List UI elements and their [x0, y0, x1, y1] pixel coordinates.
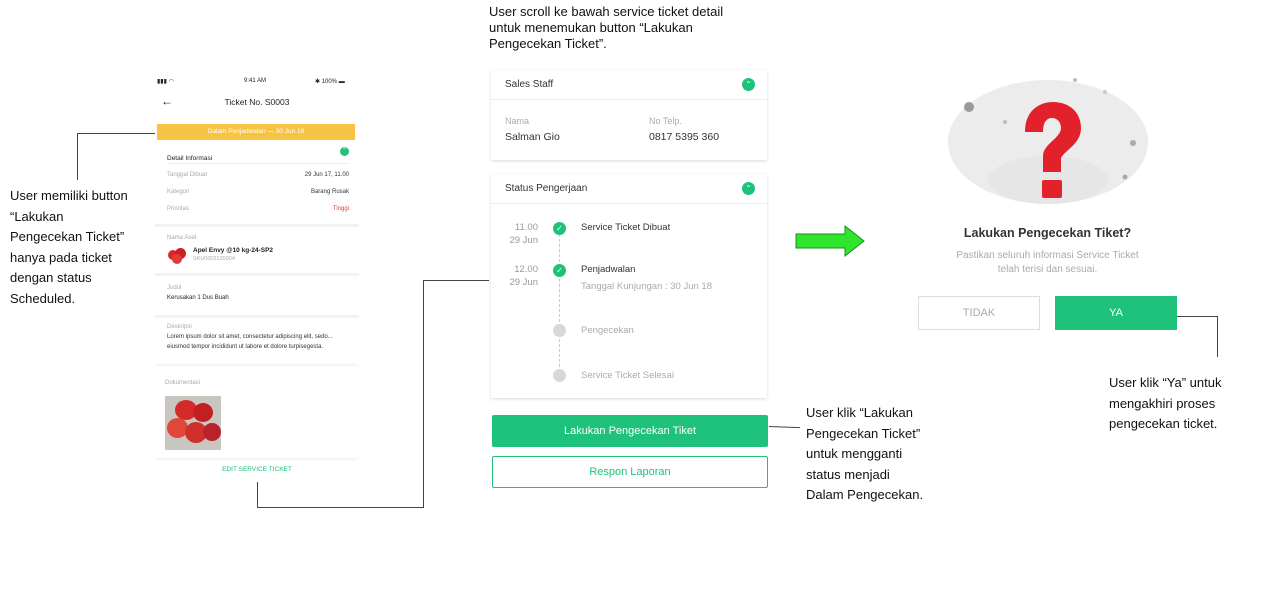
page-title: Ticket No. S0003 [224, 97, 290, 107]
signal-icon: ▮▮▮ ◠ [157, 79, 174, 85]
timeline-time: 12.00 [514, 264, 538, 275]
check-icon: ✓ [553, 222, 566, 235]
detail-header-label: Detail Informasi [167, 155, 213, 162]
confirm-dialog: Lakukan Pengecekan Tiket? Pastikan selur… [900, 60, 1195, 350]
telp-label: No Telp. [649, 116, 682, 126]
phone-screen-ticket-detail: ▮▮▮ ◠ 9:41 AM ✱ 100% ▬ ← Ticket No. S000… [155, 74, 359, 482]
desc-label: Deskripsi [167, 324, 192, 330]
status-pengerjaan-card: Status Pengerjaan ⌃ 11.00 29 Jun ✓ Servi… [491, 174, 767, 398]
row-label: Kategori [167, 189, 190, 195]
status-time: 9:41 AM [244, 78, 267, 84]
question-mark-icon [948, 78, 1148, 204]
row-value: 29 Jun 17, 11.00 [304, 172, 349, 178]
check-icon: ✓ [553, 264, 566, 277]
status-banner: Dalam Penjadwalan — 30 Jun 18 [157, 124, 355, 140]
sales-staff-card: Sales Staff ⌃ Nama Salman Gio No Telp. 0… [491, 70, 767, 160]
connector-edit-v2 [423, 280, 424, 508]
detail-row-category: Kategori Barang Rusak [167, 189, 349, 199]
timeline-time: 11.00 [514, 222, 538, 233]
doc-photo[interactable] [165, 396, 221, 450]
status-bar: ▮▮▮ ◠ 9:41 AM ✱ 100% ▬ [155, 78, 359, 88]
edit-service-ticket-button[interactable]: EDIT SERVICE TICKET [155, 460, 359, 480]
ya-button[interactable]: YA [1055, 296, 1177, 330]
description-card: Deskripsi Lorem ipsum dolor sit amet, co… [157, 320, 355, 368]
timeline-label: Service Ticket Dibuat [581, 222, 671, 233]
asset-name: Apel Envy @10 kg-24-SP2 [193, 247, 274, 254]
detail-row-date: Tanggal Dibuat 29 Jun 17, 11.00 [167, 172, 349, 182]
note-top: User scroll ke bawah service ticket deta… [489, 4, 724, 51]
timeline-label: Service Ticket Selesai [581, 370, 674, 381]
collapse-icon[interactable]: ⌃ [340, 147, 349, 156]
detail-card: Detail Informasi ⌃ Tanggal Dibuat 29 Jun… [157, 142, 355, 222]
status-header[interactable]: Status Pengerjaan ⌃ [491, 174, 767, 204]
apple-thumbnail [167, 246, 187, 264]
note-right: User klik “Ya” untuk mengakhiri proses p… [1109, 375, 1222, 431]
connector-left-v [77, 133, 78, 180]
row-value: Barang Rusak [310, 189, 349, 195]
nama-value: Salman Gio [505, 131, 560, 143]
nama-label: Nama [505, 116, 530, 126]
priority-value: Tinggi [332, 206, 349, 212]
doc-label: Dokumentasi [165, 380, 201, 386]
respon-laporan-button[interactable]: Respon Laporan [492, 456, 768, 488]
note-left: User memiliki button “Lakukan Pengecekan… [10, 188, 128, 306]
asset-label: Nama Aset [167, 235, 197, 241]
battery-indicator: ✱ 100% ▬ [315, 79, 345, 85]
sales-staff-header[interactable]: Sales Staff ⌃ [491, 70, 767, 100]
flow-arrow-icon [795, 225, 865, 257]
asset-card: Nama Aset Apel Envy @10 kg-24-SP2 SKU000… [157, 229, 355, 273]
lakukan-pengecekan-button[interactable]: Lakukan Pengecekan Tiket [492, 415, 768, 447]
connector-edit-h2 [423, 280, 490, 281]
ticket-detail-scrolled: Sales Staff ⌃ Nama Salman Gio No Telp. 0… [489, 70, 769, 490]
battery-text: 100% [321, 79, 338, 85]
timeline-connector [559, 229, 560, 377]
timeline-label: Penjadwalan [581, 264, 636, 275]
timeline-date: 29 Jun [509, 235, 538, 246]
timeline-date: 29 Jun [509, 277, 538, 288]
dialog-message-line2: telah terisi dan sesuai. [997, 264, 1098, 275]
timeline-sublabel: Tanggal Kunjungan : 30 Jun 18 [581, 281, 712, 292]
pending-dot-icon [553, 369, 566, 382]
documentation-card: Dokumentasi [155, 366, 359, 458]
connector-edit-h [257, 507, 424, 508]
desc-value: Lorem ipsum dolor sit amet, consectetur … [167, 334, 333, 350]
app-header: ← Ticket No. S0003 [155, 94, 359, 110]
telp-value: 0817 5395 360 [649, 131, 720, 143]
note-middle: User klik “Lakukan Pengecekan Ticket” un… [806, 405, 924, 502]
pending-dot-icon [553, 324, 566, 337]
timeline-label: Pengecekan [581, 325, 634, 336]
connector-right-v [1217, 316, 1218, 357]
connector-edit-v [257, 478, 258, 507]
judul-value: Kerusakan 1 Dus Buah [167, 295, 229, 301]
judul-label: Judul [167, 285, 182, 291]
title-card: Judul Kerusakan 1 Dus Buah [157, 279, 355, 315]
dialog-title: Lakukan Pengecekan Tiket? [963, 226, 1132, 240]
sales-staff-title: Sales Staff [505, 79, 554, 90]
collapse-icon[interactable]: ⌃ [742, 78, 755, 91]
status-title: Status Pengerjaan [505, 183, 588, 194]
tidak-button[interactable]: TIDAK [918, 296, 1040, 330]
detail-header[interactable]: Detail Informasi ⌃ [167, 147, 349, 162]
dialog-message: Pastikan seluruh informasi Service Ticke… [956, 250, 1139, 261]
row-label: Tanggal Dibuat [167, 172, 208, 178]
detail-row-priority: Prioritas Tinggi [167, 206, 349, 216]
asset-sku: SKU0002120004 [193, 256, 235, 262]
row-label: Prioritas [167, 206, 190, 212]
collapse-icon[interactable]: ⌃ [742, 182, 755, 195]
